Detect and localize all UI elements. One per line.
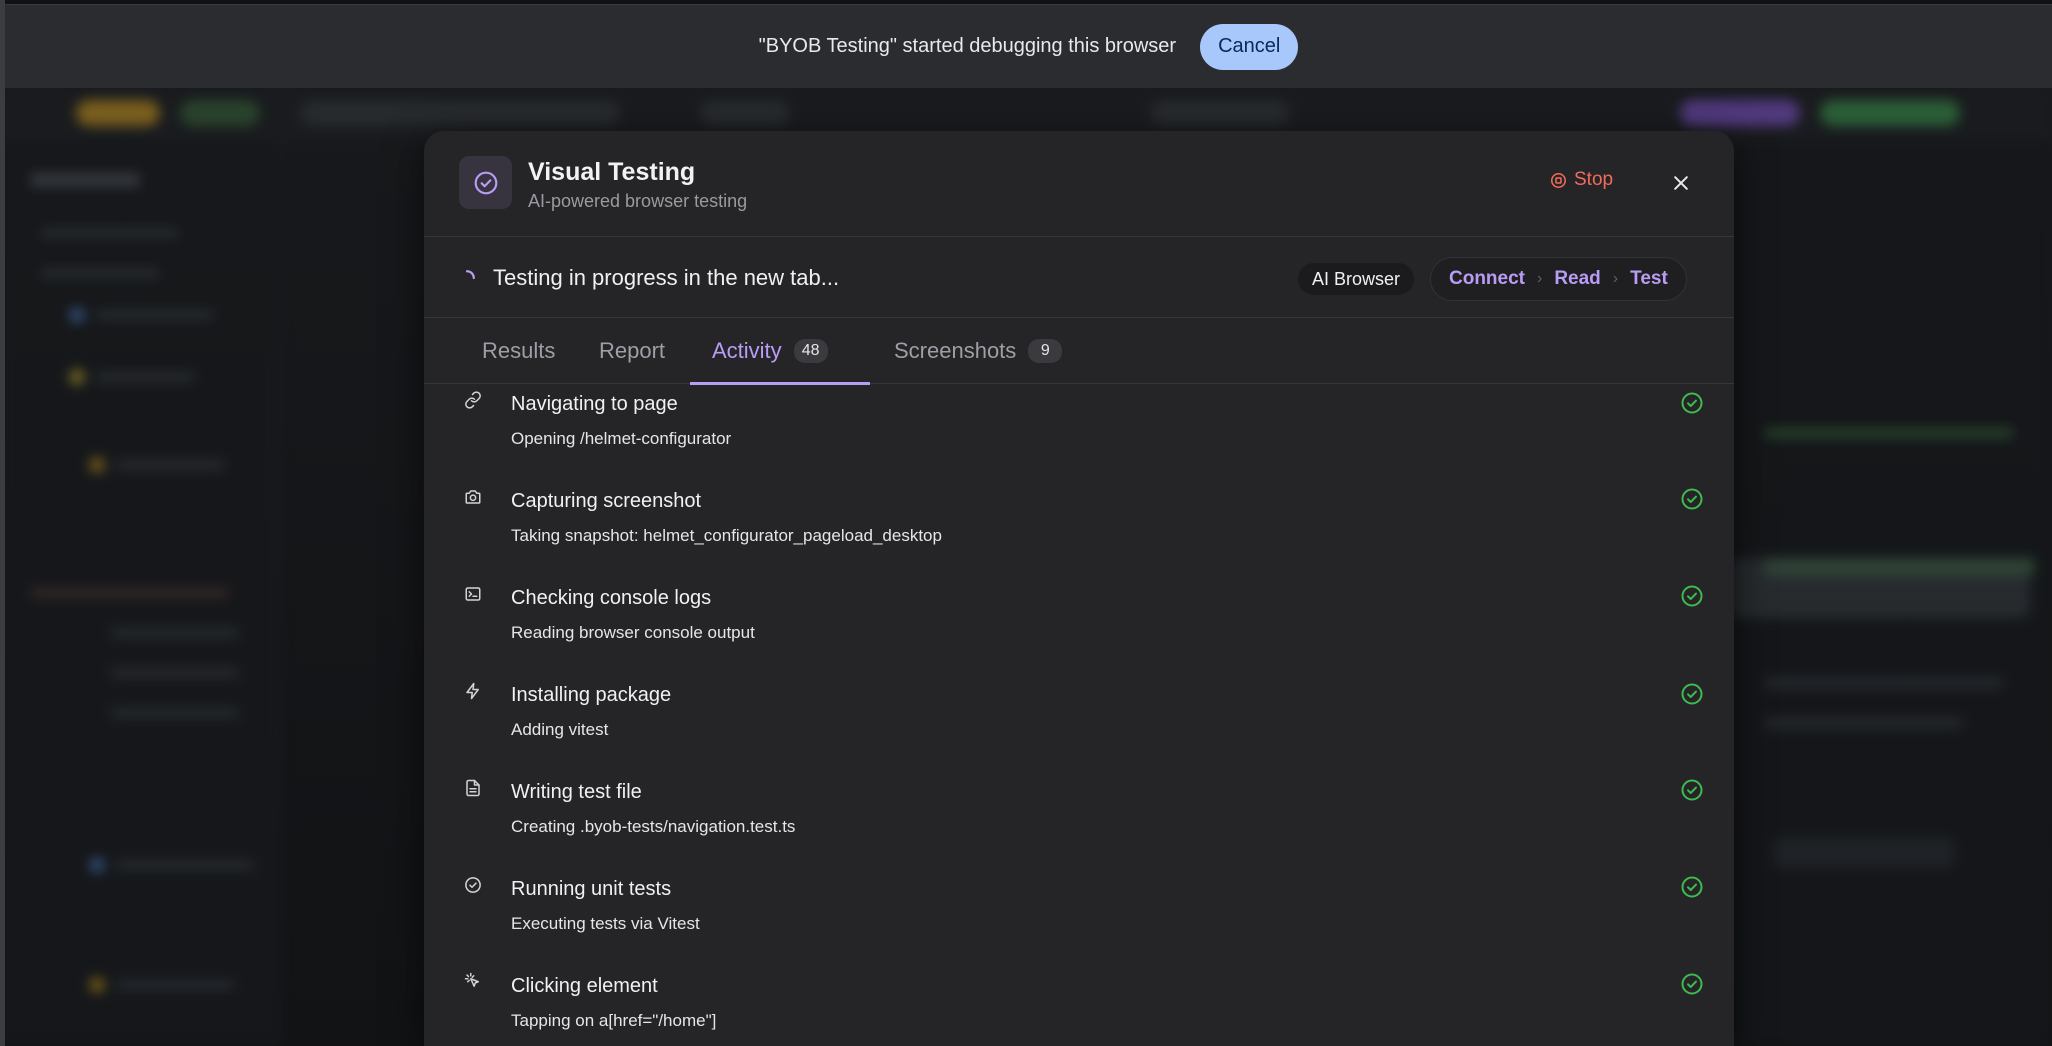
stop-label: Stop: [1574, 169, 1614, 190]
chevron-right-icon: ›: [1537, 270, 1543, 287]
step-connect: Connect: [1449, 268, 1525, 289]
check-circle-icon: [1681, 779, 1703, 801]
check-circle-icon: [1681, 876, 1703, 898]
status-bar: Testing in progress in the new tab... AI…: [424, 237, 1734, 318]
tab-screenshots[interactable]: Screenshots 9: [894, 318, 1063, 384]
activity-title: Checking console logs: [511, 587, 712, 609]
background-sidebar: [0, 138, 280, 1046]
tab-activity[interactable]: Activity 48: [690, 318, 870, 385]
tab-report-label: Report: [599, 338, 666, 363]
check-circle-icon: [459, 156, 512, 209]
camera-icon: [462, 486, 484, 508]
activity-description: Adding vitest: [511, 720, 609, 739]
list-item: Installing package Adding vitest: [424, 668, 1734, 765]
background-heading: [1730, 558, 2030, 618]
activity-description: Opening /helmet-configurator: [511, 429, 732, 448]
list-item: Checking console logs Reading browser co…: [424, 571, 1734, 668]
list-item: Clicking element Tapping on a[href="/hom…: [424, 959, 1734, 1046]
activity-description: Tapping on a[href="/home"]: [511, 1011, 717, 1030]
cancel-debugging-button[interactable]: Cancel: [1200, 23, 1299, 70]
stop-circle-icon: [1550, 172, 1567, 188]
lightning-icon: [462, 680, 484, 702]
list-item: Running unit tests Executing tests via V…: [424, 862, 1734, 959]
check-circle-icon: [1681, 683, 1703, 705]
link-icon: [462, 389, 484, 411]
check-circle-icon: [1681, 392, 1703, 414]
modal-title: Visual Testing: [528, 158, 696, 186]
progress-steps: Connect › Read › Test: [1430, 257, 1687, 301]
check-circle-icon: [1681, 585, 1703, 607]
tab-results[interactable]: Results: [482, 318, 555, 384]
terminal-icon: [462, 583, 484, 605]
status-text: Testing in progress in the new tab...: [493, 265, 840, 290]
activity-description: Executing tests via Vitest: [511, 914, 700, 933]
activity-description: Creating .byob-tests/navigation.test.ts: [511, 817, 796, 836]
modal-subtitle: AI-powered browser testing: [528, 191, 748, 211]
spinner-icon: [465, 270, 475, 280]
tab-results-label: Results: [482, 338, 556, 363]
close-icon: [1674, 176, 1688, 190]
step-test: Test: [1630, 268, 1668, 289]
window-edge: [0, 0, 5, 1046]
activity-list[interactable]: Navigating to page Opening /helmet-confi…: [424, 385, 1734, 1046]
tab-activity-count: 48: [793, 339, 828, 363]
stop-button[interactable]: Stop: [1550, 169, 1613, 191]
debugging-message: "BYOB Testing" started debugging this br…: [758, 35, 1177, 57]
debugging-banner: "BYOB Testing" started debugging this br…: [5, 4, 2052, 88]
activity-description: Taking snapshot: helmet_configurator_pag…: [511, 526, 942, 545]
tab-screenshots-count: 9: [1028, 339, 1063, 363]
check-circle-icon: [1681, 973, 1703, 995]
ai-browser-chip: AI Browser: [1298, 263, 1415, 295]
pointer-click-icon: [462, 970, 484, 992]
check-circle-icon: [1681, 488, 1703, 510]
tab-screenshots-label: Screenshots: [894, 338, 1017, 363]
activity-description: Reading browser console output: [511, 623, 755, 642]
close-button[interactable]: [1669, 171, 1693, 195]
tab-bar: Results Report Activity 48 Screenshots 9: [424, 318, 1734, 385]
check-circle-icon: [462, 874, 484, 896]
activity-title: Running unit tests: [511, 878, 672, 900]
activity-title: Installing package: [511, 684, 672, 706]
visual-testing-modal: Visual Testing AI-powered browser testin…: [424, 131, 1734, 1046]
list-item: Capturing screenshot Taking snapshot: he…: [424, 474, 1734, 571]
modal-header: Visual Testing AI-powered browser testin…: [424, 131, 1734, 237]
tab-activity-label: Activity: [712, 338, 782, 363]
list-item: Writing test file Creating .byob-tests/n…: [424, 765, 1734, 862]
list-item: Navigating to page Opening /helmet-confi…: [424, 385, 1734, 474]
file-icon: [462, 777, 484, 799]
tab-report[interactable]: Report: [599, 318, 665, 384]
activity-title: Writing test file: [511, 781, 642, 803]
activity-title: Capturing screenshot: [511, 490, 702, 512]
step-read: Read: [1554, 268, 1601, 289]
chevron-right-icon: ›: [1612, 270, 1619, 287]
activity-title: Clicking element: [511, 975, 658, 997]
activity-title: Navigating to page: [511, 393, 678, 415]
